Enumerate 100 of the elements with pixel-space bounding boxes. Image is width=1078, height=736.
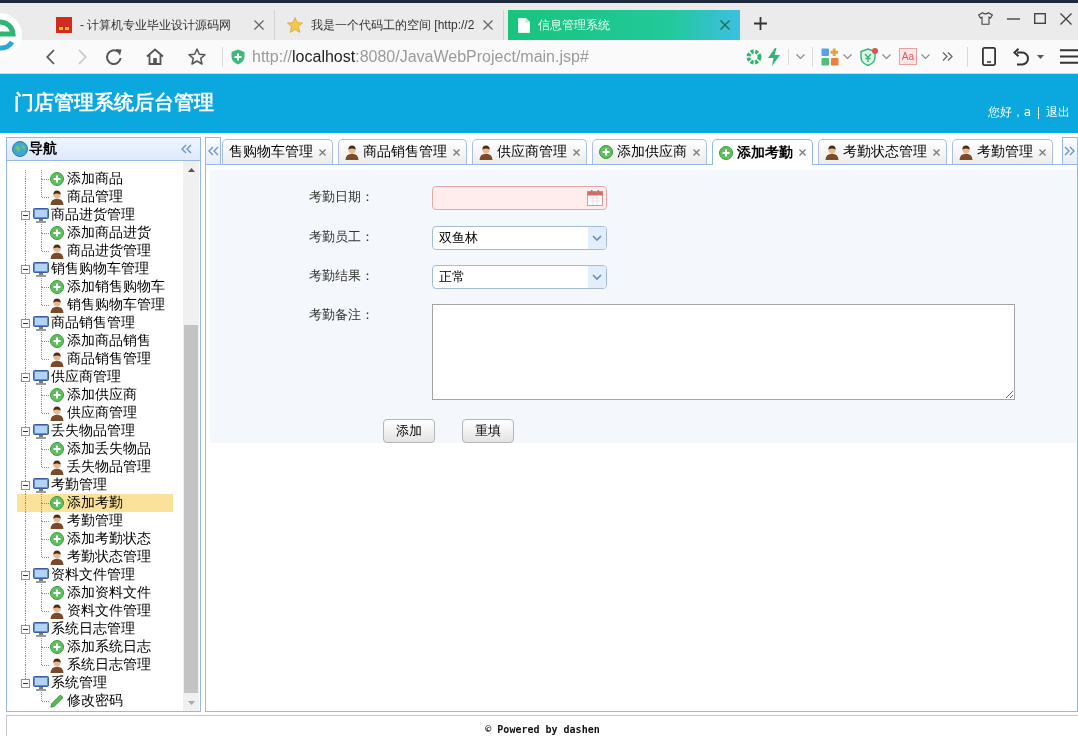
maximize-icon[interactable] bbox=[1034, 13, 1046, 24]
tree-item[interactable]: 添加丢失物品 bbox=[17, 440, 173, 458]
tree-item[interactable]: 添加考勤 bbox=[17, 494, 173, 512]
address-field[interactable]: http://localhost:8080/JavaWebProject/main.jsp# bbox=[252, 47, 742, 66]
tree-group-item[interactable]: 资料文件管理 bbox=[17, 566, 173, 584]
tree-item[interactable]: 销售购物车管理 bbox=[17, 296, 173, 314]
close-icon[interactable] bbox=[319, 148, 326, 156]
close-icon[interactable] bbox=[453, 148, 460, 156]
close-icon[interactable] bbox=[1039, 148, 1046, 156]
security-shield-icon[interactable] bbox=[859, 47, 878, 66]
submit-button[interactable]: 添加 bbox=[383, 419, 435, 443]
tab[interactable]: 添加考勤 bbox=[712, 139, 813, 165]
tree-item[interactable]: 考勤状态管理 bbox=[17, 548, 173, 566]
tab[interactable]: 添加供应商 bbox=[592, 139, 707, 164]
tab[interactable]: 供应商管理 bbox=[472, 139, 587, 164]
chevron-down-icon[interactable] bbox=[881, 54, 891, 59]
tree-item[interactable]: 添加商品销售 bbox=[17, 332, 173, 350]
back-icon[interactable] bbox=[46, 48, 55, 65]
tab-scroll-left-button[interactable] bbox=[205, 137, 221, 164]
tree-item[interactable]: 供应商管理 bbox=[17, 404, 173, 422]
tree-item[interactable]: 添加商品进货 bbox=[17, 224, 173, 242]
chevron-down-icon[interactable] bbox=[842, 54, 852, 59]
tree-group-item[interactable]: 商品销售管理 bbox=[17, 314, 173, 332]
tree-item[interactable]: 添加资料文件 bbox=[17, 584, 173, 602]
close-icon[interactable] bbox=[933, 148, 940, 156]
scrollbar[interactable] bbox=[183, 161, 199, 711]
collapse-icon[interactable] bbox=[20, 624, 30, 634]
tree-item[interactable]: 系统日志管理 bbox=[17, 656, 173, 674]
text-area-field[interactable] bbox=[432, 304, 1015, 400]
dropdown-field[interactable]: 正常 bbox=[432, 265, 607, 289]
chevron-down-icon[interactable] bbox=[921, 54, 930, 59]
collapse-icon[interactable] bbox=[20, 426, 30, 436]
close-icon[interactable] bbox=[254, 20, 264, 30]
close-icon[interactable] bbox=[483, 20, 493, 30]
scrollbar-thumb[interactable] bbox=[184, 325, 198, 693]
collapse-icon[interactable] bbox=[20, 570, 30, 580]
tree-item[interactable]: 添加供应商 bbox=[17, 386, 173, 404]
close-icon[interactable] bbox=[799, 149, 806, 156]
close-icon[interactable] bbox=[1060, 12, 1072, 25]
chevron-down-icon[interactable] bbox=[795, 54, 805, 59]
tree-item[interactable]: 修改密码 bbox=[17, 692, 173, 710]
tab-scroll-right-button[interactable] bbox=[1062, 137, 1078, 164]
tab[interactable]: 考勤状态管理 bbox=[818, 139, 947, 164]
tree-group-item[interactable]: 考勤管理 bbox=[17, 476, 173, 494]
plus-circle-icon bbox=[50, 388, 64, 402]
home-icon[interactable] bbox=[146, 48, 164, 65]
new-tab-icon[interactable] bbox=[754, 17, 767, 30]
star-icon[interactable] bbox=[188, 48, 206, 65]
tree-group-item[interactable]: 商品进货管理 bbox=[17, 206, 173, 224]
tree-item[interactable]: 添加销售购物车 bbox=[17, 278, 173, 296]
tree-item[interactable]: 商品进货管理 bbox=[17, 242, 173, 260]
tablet-icon[interactable] bbox=[982, 47, 996, 66]
scroll-up-icon[interactable] bbox=[187, 167, 195, 172]
plus-circle-icon bbox=[50, 532, 64, 546]
collapse-icon[interactable] bbox=[20, 210, 30, 220]
field-label: 考勤结果： bbox=[309, 267, 375, 285]
tree-item[interactable]: 商品管理 bbox=[17, 188, 173, 206]
collapse-icon[interactable] bbox=[20, 264, 30, 274]
tree-group-item[interactable]: 丢失物品管理 bbox=[17, 422, 173, 440]
tree-item[interactable]: 添加商品 bbox=[17, 170, 173, 188]
person-icon bbox=[50, 243, 64, 259]
close-icon[interactable] bbox=[573, 148, 580, 156]
dropdown-field[interactable]: 双鱼林 bbox=[432, 226, 607, 250]
collapse-panel-icon[interactable] bbox=[180, 144, 192, 154]
minimize-icon[interactable] bbox=[1007, 17, 1020, 20]
more-icon[interactable] bbox=[942, 52, 953, 61]
tree-item[interactable]: 添加考勤状态 bbox=[17, 530, 173, 548]
tree-item[interactable]: 添加系统日志 bbox=[17, 638, 173, 656]
tree-group-item[interactable]: 系统管理 bbox=[17, 674, 173, 692]
lightning-icon[interactable] bbox=[767, 47, 780, 66]
reset-button[interactable]: 重填 bbox=[462, 419, 514, 443]
star-icon bbox=[287, 17, 303, 33]
collapse-icon[interactable] bbox=[20, 372, 30, 382]
tab[interactable]: 商品销售管理 bbox=[338, 139, 467, 164]
tree-group-item[interactable]: 系统日志管理 bbox=[17, 620, 173, 638]
close-icon[interactable] bbox=[693, 148, 700, 156]
double-chevron-left-icon[interactable] bbox=[207, 146, 219, 156]
tab[interactable]: 售购物车管理 bbox=[222, 139, 333, 164]
tree-item[interactable]: 资料文件管理 bbox=[17, 602, 173, 620]
collapse-icon[interactable] bbox=[20, 480, 30, 490]
aperture-icon[interactable] bbox=[745, 48, 762, 65]
tree-group-item[interactable]: 供应商管理 bbox=[17, 368, 173, 386]
tree-item[interactable]: 考勤管理 bbox=[17, 512, 173, 530]
tree-item[interactable]: 商品销售管理 bbox=[17, 350, 173, 368]
shirt-icon[interactable] bbox=[978, 12, 993, 25]
plus-circle-icon bbox=[50, 496, 64, 510]
menu-icon[interactable] bbox=[1060, 49, 1078, 64]
collapse-icon[interactable] bbox=[20, 678, 30, 688]
calendar-icon[interactable] bbox=[587, 190, 603, 206]
reload-icon[interactable] bbox=[105, 47, 123, 66]
apps-icon[interactable] bbox=[820, 47, 839, 66]
collapse-icon[interactable] bbox=[20, 318, 30, 328]
double-chevron-right-icon[interactable] bbox=[1064, 146, 1076, 156]
tree-item[interactable]: 丢失物品管理 bbox=[17, 458, 173, 476]
shield-icon bbox=[231, 48, 245, 65]
date-field[interactable] bbox=[432, 186, 607, 210]
caret-down-icon[interactable] bbox=[1037, 54, 1044, 59]
tree-group-item[interactable]: 销售购物车管理 bbox=[17, 260, 173, 278]
tab[interactable]: 考勤管理 bbox=[952, 139, 1053, 164]
undo-icon[interactable] bbox=[1013, 47, 1029, 66]
